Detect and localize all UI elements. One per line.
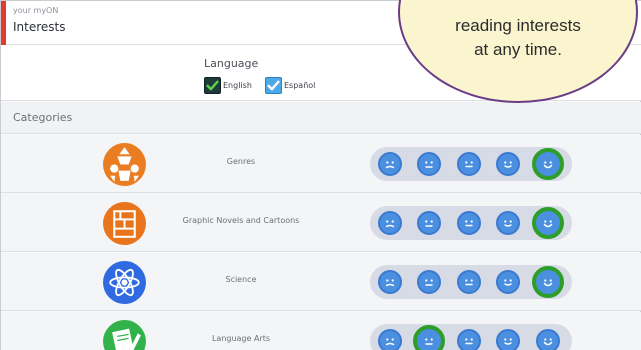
genres-icon (102, 142, 147, 187)
neutral-face-icon[interactable] (417, 211, 441, 235)
checkmark-icon (206, 80, 219, 91)
language-label-english: English (223, 81, 252, 90)
checkbox-english[interactable] (204, 77, 221, 94)
happy-face-icon[interactable] (532, 148, 564, 180)
checkmark-icon (267, 80, 280, 91)
category-name: Language Arts (211, 334, 271, 343)
language-label-spanish: Español (284, 81, 316, 90)
language-option-spanish[interactable]: Español (265, 77, 315, 94)
category-name: Graphic Novels and Cartoons (182, 216, 300, 225)
interests-panel: your myON Interests Language English Esp… (0, 0, 641, 350)
smile-face-icon[interactable] (496, 270, 520, 294)
callout-line-1: reading interests (455, 16, 581, 35)
neutral-face-icon[interactable] (457, 329, 481, 350)
neutral-face-icon[interactable] (457, 152, 481, 176)
language-option-english[interactable]: English (204, 77, 252, 94)
category-row-science: Science (1, 253, 641, 311)
smile-face-icon[interactable] (496, 152, 520, 176)
happy-face-icon[interactable] (532, 207, 564, 239)
neutral-face-icon[interactable] (417, 270, 441, 294)
atom-icon (102, 260, 147, 305)
pencil-paper-icon (102, 319, 147, 350)
category-row-language-arts: Language Arts (1, 312, 641, 350)
rating-track (370, 206, 572, 240)
accent-bar (1, 1, 6, 45)
smile-face-icon[interactable] (496, 329, 520, 350)
categories-label: Categories (13, 111, 73, 124)
neutral-face-icon[interactable] (457, 211, 481, 235)
callout-line-2: at any time. (474, 40, 562, 59)
sad-face-icon[interactable] (378, 211, 402, 235)
checkbox-spanish[interactable] (265, 77, 282, 94)
category-name: Genres (226, 157, 256, 166)
rating-track (370, 265, 572, 299)
happy-face-icon[interactable] (536, 329, 560, 350)
neutral-face-icon[interactable] (417, 152, 441, 176)
smile-face-icon[interactable] (496, 211, 520, 235)
sad-face-icon[interactable] (378, 152, 402, 176)
neutral-face-icon[interactable] (413, 325, 445, 350)
neutral-face-icon[interactable] (457, 270, 481, 294)
sad-face-icon[interactable] (378, 329, 402, 350)
page-title: Interests (13, 20, 66, 34)
comic-panel-icon (102, 201, 147, 246)
language-label: Language (204, 57, 259, 70)
header-kicker: your myON (13, 6, 59, 15)
happy-face-icon[interactable] (532, 266, 564, 298)
category-row-graphic-novels: Graphic Novels and Cartoons (1, 194, 641, 252)
rating-track (370, 147, 572, 181)
category-row-genres: Genres (1, 135, 641, 193)
sad-face-icon[interactable] (378, 270, 402, 294)
rating-track (370, 324, 572, 350)
category-name: Science (225, 275, 257, 284)
categories-header: Categories (1, 102, 641, 134)
